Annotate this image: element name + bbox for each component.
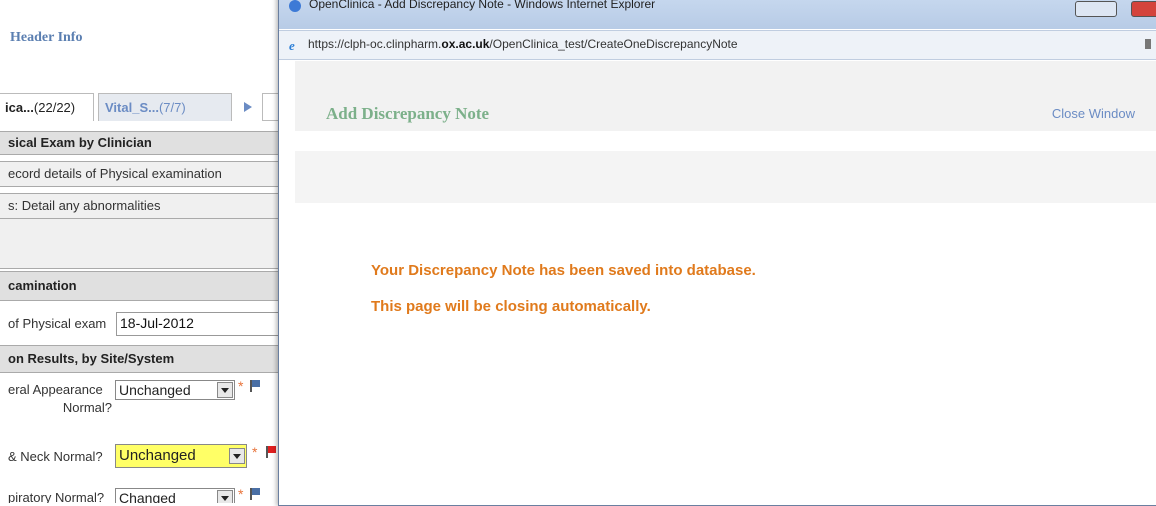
question-label: eral Appearance [8,382,103,397]
page-toolbar-band [295,151,1156,203]
respiratory-select[interactable]: Changed [115,488,235,503]
page-title: Add Discrepancy Note [326,104,490,123]
discrepancy-note-popup-window: OpenClinica - Add Discrepancy Note - Win… [278,0,1156,506]
crf-form-background: Header Info ica...(22/22) Vital_S...(7/7… [0,0,290,503]
saved-message: Your Discrepancy Note has been saved int… [371,262,756,279]
crf-tab-bar: ica...(22/22) Vital_S...(7/7) [0,90,290,124]
question-label: piratory Normal? [8,490,105,503]
url-domain: ox.ac.uk [441,37,490,51]
question-label: & Neck Normal? [8,449,103,464]
page-body: Add Discrepancy Note Close Window Your D… [295,61,1156,505]
select-value: Unchanged [119,447,196,464]
url-prefix: https://clph-oc.clinpharm. [308,37,442,51]
address-bar[interactable]: e https://clph-oc.clinpharm.ox.ac.uk/Ope… [279,30,1156,60]
chevron-down-icon[interactable] [217,382,233,398]
minimize-button[interactable] [1075,1,1117,17]
chevron-down-icon[interactable] [217,490,233,503]
close-window-link[interactable]: Close Window [1052,106,1135,121]
lock-icon [1145,39,1151,49]
tab-vital-signs[interactable]: Vital_S...(7/7) [98,93,232,121]
close-button[interactable] [1131,1,1156,17]
date-row: of Physical exam 18-Jul-2012 [0,312,290,338]
question-head-neck: & Neck Normal? Unchanged * [0,444,290,470]
select-value: Changed [119,490,176,503]
question-general-appearance: eral Appearance Normal? Unchanged * [0,378,290,424]
page-header: Add Discrepancy Note Close Window [295,61,1156,131]
section-examination-header: camination [0,271,290,301]
tab-physical-exam[interactable]: ica...(22/22) [0,93,94,121]
head-neck-select[interactable]: Unchanged [115,444,247,468]
tab-count: (7/7) [158,100,186,115]
tab-count: (22/22) [33,100,76,115]
section-instructions: ecord details of Physical examination [0,161,290,187]
window-title: OpenClinica - Add Discrepancy Note - Win… [309,0,656,11]
chevron-down-icon[interactable] [229,448,245,464]
select-value: Unchanged [119,382,191,398]
window-titlebar[interactable]: OpenClinica - Add Discrepancy Note - Win… [279,0,1156,29]
tab-label: Vital_S... [105,100,159,115]
discrepancy-flag-icon[interactable] [250,380,260,392]
physical-exam-date-input[interactable]: 18-Jul-2012 [116,312,290,336]
section-spacer [0,219,290,269]
required-asterisk: * [238,378,244,394]
discrepancy-flag-icon[interactable] [266,446,276,458]
required-asterisk: * [252,444,258,460]
section-title-physical-exam: sical Exam by Clinician [0,131,290,155]
tab-label: ica... [5,100,34,115]
section-results-header: on Results, by Site/System [0,345,290,373]
question-label-line2: Normal? [62,400,112,415]
general-appearance-select[interactable]: Unchanged [115,380,235,400]
date-label: of Physical exam [8,316,107,331]
header-info-link[interactable]: Header Info [10,30,82,46]
discrepancy-flag-icon[interactable] [250,488,260,500]
question-respiratory: piratory Normal? Changed * [0,486,290,503]
ie-page-icon: e [289,38,295,53]
url-path: /OpenClinica_test/CreateOneDiscrepancyNo… [489,37,738,51]
required-asterisk: * [238,486,244,502]
closing-message: This page will be closing automatically. [371,298,651,315]
ie-logo-icon [289,0,301,12]
tab-scroll-right-icon[interactable] [244,102,252,112]
address-url[interactable]: https://clph-oc.clinpharm.ox.ac.uk/OpenC… [308,37,738,51]
section-subtitle: s: Detail any abnormalities [0,193,290,219]
